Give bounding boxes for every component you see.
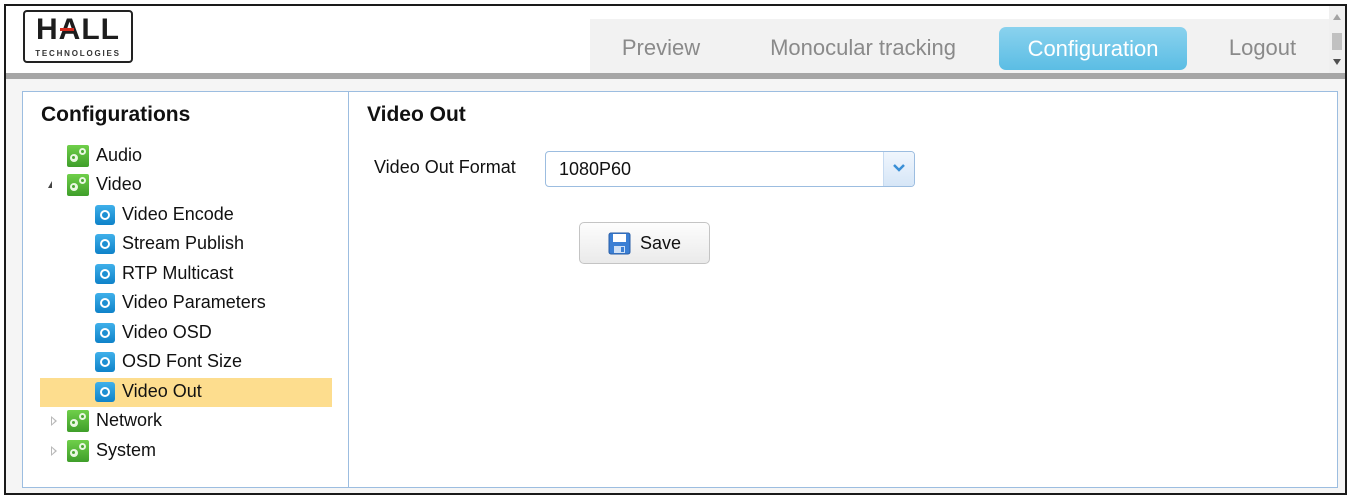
video-out-format-select[interactable]: 1080P60 [545,151,915,187]
scrollbar[interactable] [1329,6,1345,73]
tree-item-network[interactable]: Network [66,406,186,435]
tree-item-label: Audio [96,145,143,165]
tree-item-label: Video [96,174,142,194]
scroll-down-arrow-icon[interactable] [1333,59,1341,65]
tree-item-osd-font-size[interactable]: OSD Font Size [94,347,294,376]
settings-icon [95,323,115,343]
tree-item-video-encode[interactable]: Video Encode [94,200,294,229]
tree-item-label: Video Parameters [122,292,266,312]
tree-item-audio[interactable]: Audio [66,141,186,170]
settings-icon [95,352,115,372]
tree-item-rtp-multicast[interactable]: RTP Multicast [94,259,294,288]
logo-accent-bar [60,28,74,31]
chevron-down-icon [893,164,905,172]
settings-icon [95,234,115,254]
gear-icon [67,145,89,167]
gear-icon [67,410,89,432]
scroll-thumb[interactable] [1332,33,1342,50]
tree-item-label: System [96,440,157,460]
tree-item-label: Video Encode [122,204,234,224]
nav-monocular-tracking[interactable]: Monocular tracking [748,28,978,68]
tree-item-label: Network [96,410,163,430]
tree-item-label: Video Out [122,381,202,401]
tree-item-system[interactable]: System [66,436,186,465]
settings-icon [95,382,115,402]
video-out-format-label: Video Out Format [374,157,516,177]
tree-item-label: OSD Font Size [122,351,243,371]
save-disk-icon [608,232,631,255]
nav-configuration[interactable]: Configuration [999,27,1187,70]
save-button-label: Save [640,233,682,253]
nav-logout[interactable]: Logout [1205,28,1320,68]
gear-icon [67,440,89,462]
expand-open-icon[interactable] [48,181,52,188]
gear-icon [67,174,89,196]
expand-closed-icon[interactable] [51,416,57,426]
tree-item-stream-publish[interactable]: Stream Publish [94,229,294,258]
sidebar-title: Configurations [41,103,191,126]
tree-item-video-out[interactable]: Video Out [94,377,294,406]
settings-icon [95,293,115,313]
settings-icon [95,264,115,284]
panel-divider [348,91,349,488]
tree-item-label: Stream Publish [122,233,245,253]
logo-wordmark: HALL [36,13,120,46]
tree-item-video-parameters[interactable]: Video Parameters [94,288,304,317]
logo-subtext: TECHNOLOGIES [35,49,121,58]
expand-closed-icon[interactable] [51,446,57,456]
save-button[interactable]: Save [579,222,710,264]
tree-item-video-osd[interactable]: Video OSD [94,318,294,347]
select-value: 1080P60 [559,159,632,179]
dropdown-toggle[interactable] [883,152,914,186]
tree-item-label: RTP Multicast [122,263,234,283]
settings-icon [95,205,115,225]
scroll-up-arrow-icon[interactable] [1333,14,1341,20]
tree-item-video[interactable]: Video [66,170,186,199]
nav-preview[interactable]: Preview [605,28,717,68]
page-title: Video Out [367,103,466,126]
hall-logo: HALL TECHNOLOGIES [23,10,133,63]
tree-item-label: Video OSD [122,322,212,342]
